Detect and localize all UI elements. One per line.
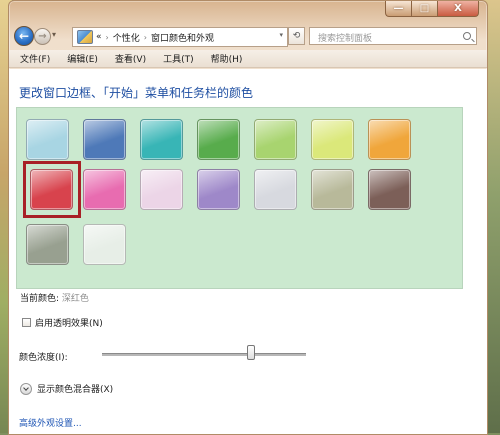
- close-button[interactable]: X: [437, 1, 479, 17]
- maximize-icon: □: [419, 2, 430, 14]
- main-content: 更改窗口边框、「开始」菜单和任务栏的颜色 当前颜色: 深红色 启用透明效果(N)…: [9, 69, 487, 434]
- color-intensity-label: 颜色浓度(I):: [19, 353, 68, 363]
- maximize-button[interactable]: □: [411, 1, 437, 17]
- back-button[interactable]: ←: [14, 26, 34, 46]
- advanced-appearance-link[interactable]: 高级外观设置...: [19, 416, 82, 429]
- forward-arrow-icon: →: [38, 31, 47, 42]
- menu-edit[interactable]: 编辑(E): [67, 52, 98, 65]
- control-panel-icon: [77, 30, 93, 44]
- current-color-readout: 当前颜色: 深红色: [20, 291, 89, 304]
- swatch-twilight[interactable]: [83, 119, 126, 160]
- menu-view[interactable]: 查看(V): [115, 52, 146, 65]
- breadcrumb-personalization[interactable]: 个性化: [113, 31, 140, 44]
- transparency-label[interactable]: 启用透明效果(N): [35, 316, 103, 329]
- swatch-leaf[interactable]: [197, 119, 240, 160]
- control-panel-window: — □ X ← → ▾ « › 个性化 › 窗口颜色和外观 ▾ ⟲ 搜索控制面板…: [8, 0, 488, 435]
- back-arrow-icon: ←: [18, 29, 30, 43]
- window-controls: — □ X: [385, 1, 479, 17]
- close-icon: X: [454, 2, 462, 14]
- swatch-lavender[interactable]: [254, 169, 297, 210]
- menu-file[interactable]: 文件(F): [20, 52, 50, 65]
- swatch-lime[interactable]: [254, 119, 297, 160]
- show-color-mixer-toggle[interactable]: 显示颜色混合器(X): [37, 382, 113, 395]
- swatch-frost[interactable]: [83, 224, 126, 265]
- color-intensity-slider-thumb[interactable]: [246, 345, 255, 360]
- recent-pages-button[interactable]: ▾: [52, 30, 56, 39]
- minimize-button[interactable]: —: [385, 1, 411, 17]
- page-title: 更改窗口边框、「开始」菜单和任务栏的颜色: [19, 86, 254, 100]
- swatch-taupe[interactable]: [311, 169, 354, 210]
- menu-help[interactable]: 帮助(H): [211, 52, 243, 65]
- swatch-lemon[interactable]: [311, 119, 354, 160]
- current-color-label: 当前颜色:: [20, 294, 60, 304]
- refresh-icon: ⟲: [292, 31, 301, 41]
- color-intensity-slider-track[interactable]: [102, 353, 306, 356]
- address-dropdown-icon[interactable]: ▾: [279, 31, 283, 39]
- expand-chevron-icon[interactable]: [20, 383, 32, 395]
- menu-tools[interactable]: 工具(T): [163, 52, 194, 65]
- swatch-chocolate[interactable]: [368, 169, 411, 210]
- swatch-violet[interactable]: [197, 169, 240, 210]
- breadcrumb-separator[interactable]: ›: [106, 33, 109, 42]
- menu-bar: 文件(F) 编辑(E) 查看(V) 工具(T) 帮助(H): [9, 50, 487, 68]
- swatch-fuchsia[interactable]: [83, 169, 126, 210]
- swatch-blush[interactable]: [140, 169, 183, 210]
- search-icon[interactable]: [463, 32, 471, 40]
- navigation-bar: ← → ▾ « › 个性化 › 窗口颜色和外观 ▾ ⟲ 搜索控制面板: [9, 25, 487, 49]
- refresh-button[interactable]: ⟲: [288, 27, 305, 45]
- chevron-down-icon: ▾: [52, 30, 57, 39]
- swatch-sea[interactable]: [140, 119, 183, 160]
- swatch-slate[interactable]: [26, 224, 69, 265]
- breadcrumb-root[interactable]: «: [96, 32, 102, 42]
- breadcrumb-window-color[interactable]: 窗口颜色和外观: [151, 31, 214, 44]
- transparency-checkbox[interactable]: [22, 318, 31, 327]
- breadcrumb-separator[interactable]: ›: [144, 33, 147, 42]
- search-placeholder: 搜索控制面板: [318, 34, 373, 44]
- selected-swatch-outline: [23, 161, 81, 218]
- swatch-pumpkin[interactable]: [368, 119, 411, 160]
- search-input[interactable]: 搜索控制面板: [309, 27, 477, 45]
- address-bar[interactable]: « › 个性化 › 窗口颜色和外观 ▾: [72, 27, 288, 47]
- current-color-value: 深红色: [61, 294, 89, 304]
- minimize-icon: —: [393, 2, 404, 14]
- color-swatch-panel: [16, 107, 463, 289]
- swatch-sky[interactable]: [26, 119, 69, 160]
- forward-button[interactable]: →: [34, 28, 51, 45]
